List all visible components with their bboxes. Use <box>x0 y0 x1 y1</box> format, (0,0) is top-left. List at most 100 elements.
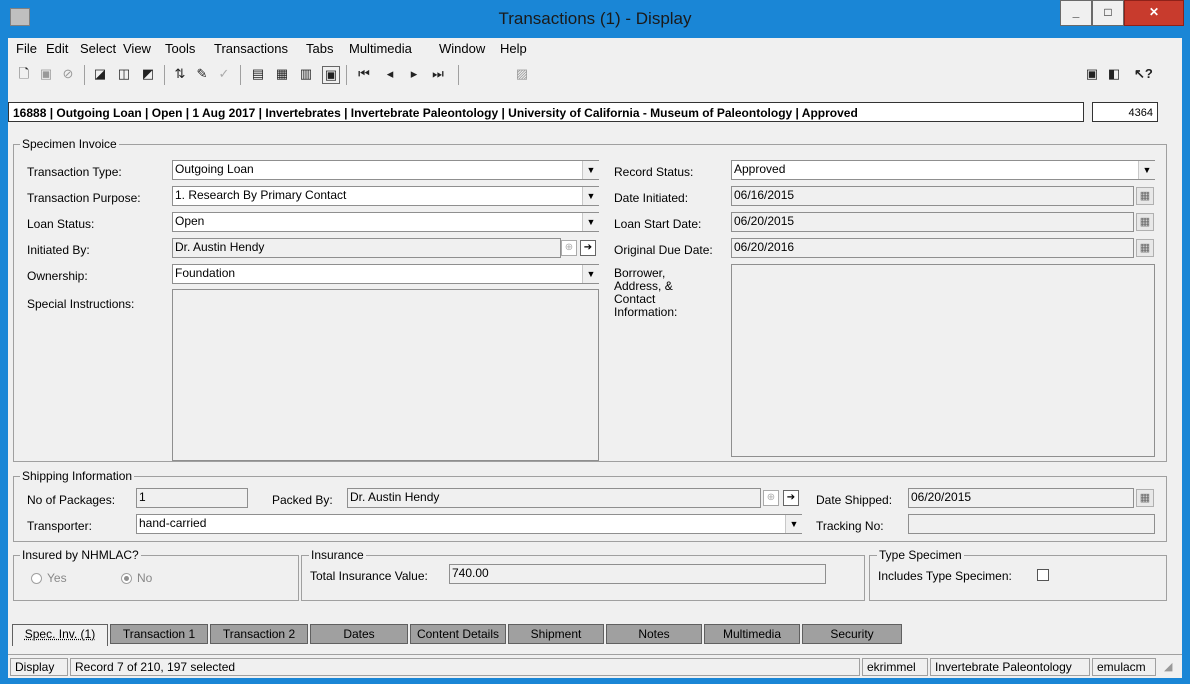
menu-multimedia[interactable]: Multimedia <box>349 41 412 56</box>
packed-by-label: Packed By: <box>272 493 333 507</box>
record-status-label: Record Status: <box>614 165 694 179</box>
lookup-icon[interactable]: ⊕ <box>561 240 577 256</box>
initiated-by-field[interactable]: Dr. Austin Hendy <box>172 238 561 258</box>
packed-by-field[interactable]: Dr. Austin Hendy <box>347 488 761 508</box>
record-summary-banner: 16888 | Outgoing Loan | Open | 1 Aug 201… <box>8 102 1084 122</box>
close-button[interactable]: ✕ <box>1124 0 1184 26</box>
go-to-record-icon[interactable]: ➔ <box>580 240 596 256</box>
client-area: File Edit Select View Tools Transactions… <box>8 38 1182 678</box>
transaction-type-select[interactable]: Outgoing Loan <box>172 160 599 180</box>
sort-icon[interactable]: ⇅ <box>172 66 188 82</box>
tab-security[interactable]: Security <box>802 624 902 644</box>
previous-record-icon[interactable]: ◂ <box>382 66 398 82</box>
date-initiated-field[interactable]: 06/16/2015 <box>731 186 1134 206</box>
toolbar-separator <box>84 65 85 85</box>
spell-check-icon[interactable]: ✓ <box>216 66 232 82</box>
tracking-field[interactable] <box>908 514 1155 534</box>
insurance-value-field[interactable]: 740.00 <box>449 564 826 584</box>
toolbar-separator <box>346 65 347 85</box>
context-help-icon[interactable]: ↖? <box>1134 66 1153 82</box>
chevron-down-icon[interactable]: ▼ <box>785 515 802 533</box>
tab-content-details[interactable]: Content Details <box>410 624 506 644</box>
menu-transactions[interactable]: Transactions <box>214 41 288 56</box>
type-specimen-checkbox[interactable] <box>1037 569 1049 581</box>
tab-notes[interactable]: Notes <box>606 624 702 644</box>
menu-help[interactable]: Help <box>500 41 527 56</box>
calendar-icon[interactable]: ▦ <box>1136 489 1154 507</box>
next-record-icon[interactable]: ▸ <box>406 66 422 82</box>
details-view-icon[interactable]: ▤ <box>250 66 266 82</box>
loan-start-date-label: Loan Start Date: <box>614 217 702 231</box>
cancel-icon[interactable]: ⊘ <box>60 66 76 82</box>
minimize-button[interactable]: _ <box>1060 0 1092 26</box>
delete-record-icon[interactable]: ◩ <box>140 66 156 82</box>
loan-status-label: Loan Status: <box>27 217 95 231</box>
transporter-select[interactable]: hand-carried <box>136 514 802 534</box>
last-record-icon[interactable]: ⏭ <box>430 66 446 82</box>
date-shipped-label: Date Shipped: <box>816 493 893 507</box>
initiated-by-label: Initiated By: <box>27 243 90 257</box>
calendar-icon[interactable]: ▦ <box>1136 187 1154 205</box>
packages-field[interactable]: 1 <box>136 488 248 508</box>
loan-start-date-field[interactable]: 06/20/2015 <box>731 212 1134 232</box>
form-view-icon[interactable]: ▣ <box>322 66 340 84</box>
calendar-icon[interactable]: ▦ <box>1136 239 1154 257</box>
tab-shipment[interactable]: Shipment <box>508 624 604 644</box>
toolbar: 🗋 ▣ ⊘ ◪ ◫ ◩ ⇅ ✎ ✓ ▤ ▦ ▥ ▣ ⏮ ◂ ▸ ⏭ ▨ ▣ ◧ … <box>8 60 1182 90</box>
transaction-purpose-label: Transaction Purpose: <box>27 191 141 205</box>
tab-multimedia[interactable]: Multimedia <box>704 624 800 644</box>
date-initiated-label: Date Initiated: <box>614 191 689 205</box>
special-instructions-textarea[interactable] <box>172 289 599 461</box>
chevron-down-icon[interactable]: ▼ <box>1138 161 1155 179</box>
insured-yes-radio[interactable] <box>31 573 42 584</box>
chevron-down-icon[interactable]: ▼ <box>582 161 599 179</box>
borrower-textarea[interactable] <box>731 264 1155 457</box>
transaction-purpose-select[interactable]: 1. Research By Primary Contact <box>172 186 599 206</box>
status-user: ekrimmel <box>862 658 928 676</box>
calendar-icon[interactable]: ▦ <box>1136 213 1154 231</box>
date-shipped-field[interactable]: 06/20/2015 <box>908 488 1134 508</box>
tab-dates[interactable]: Dates <box>310 624 408 644</box>
attach-icon[interactable]: ▨ <box>514 66 530 82</box>
query-icon[interactable]: ◪ <box>92 66 108 82</box>
insurance-value-label: Total Insurance Value: <box>310 569 428 583</box>
chevron-down-icon[interactable]: ▼ <box>582 265 599 283</box>
tab-transaction-2[interactable]: Transaction 2 <box>210 624 308 644</box>
copy-record-icon[interactable]: ◫ <box>116 66 132 82</box>
tab-transaction-1[interactable]: Transaction 1 <box>110 624 208 644</box>
new-record-icon[interactable]: 🗋 <box>16 66 32 82</box>
chevron-down-icon[interactable]: ▼ <box>582 187 599 205</box>
transaction-type-label: Transaction Type: <box>27 165 122 179</box>
edit-icon[interactable]: ✎ <box>194 66 210 82</box>
page-view-icon[interactable]: ▥ <box>298 66 314 82</box>
chevron-down-icon[interactable]: ▼ <box>582 213 599 231</box>
menu-view[interactable]: View <box>123 41 151 56</box>
record-status-select[interactable]: Approved <box>731 160 1155 180</box>
first-record-icon[interactable]: ⏮ <box>356 66 372 82</box>
list-view-icon[interactable]: ▦ <box>274 66 290 82</box>
ownership-select[interactable]: Foundation <box>172 264 599 284</box>
loan-status-select[interactable]: Open <box>172 212 599 232</box>
maximize-button[interactable]: □ <box>1092 0 1124 26</box>
menu-select[interactable]: Select <box>80 41 116 56</box>
original-due-date-field[interactable]: 06/20/2016 <box>731 238 1134 258</box>
export-icon[interactable]: ◧ <box>1106 66 1122 82</box>
insured-yes-label: Yes <box>47 571 67 585</box>
lookup-icon[interactable]: ⊕ <box>763 490 779 506</box>
menu-file[interactable]: File <box>16 41 37 56</box>
go-to-record-icon[interactable]: ➔ <box>783 490 799 506</box>
report-icon[interactable]: ▣ <box>1084 66 1100 82</box>
insurance-title: Insurance <box>309 548 366 562</box>
menu-window[interactable]: Window <box>439 41 485 56</box>
menu-tabs[interactable]: Tabs <box>306 41 333 56</box>
toolbar-separator <box>164 65 165 85</box>
menu-edit[interactable]: Edit <box>46 41 68 56</box>
specimen-invoice-title: Specimen Invoice <box>20 137 119 151</box>
title-bar[interactable]: Transactions (1) - Display _ □ ✕ <box>0 0 1190 38</box>
menu-tools[interactable]: Tools <box>165 41 195 56</box>
menu-bar: File Edit Select View Tools Transactions… <box>8 38 1182 60</box>
tab-spec-inv[interactable]: Spec. Inv. (1) <box>12 624 108 646</box>
insured-no-radio[interactable] <box>121 573 132 584</box>
resize-grip-icon[interactable]: ◢ <box>1164 661 1176 673</box>
save-icon[interactable]: ▣ <box>38 66 54 82</box>
